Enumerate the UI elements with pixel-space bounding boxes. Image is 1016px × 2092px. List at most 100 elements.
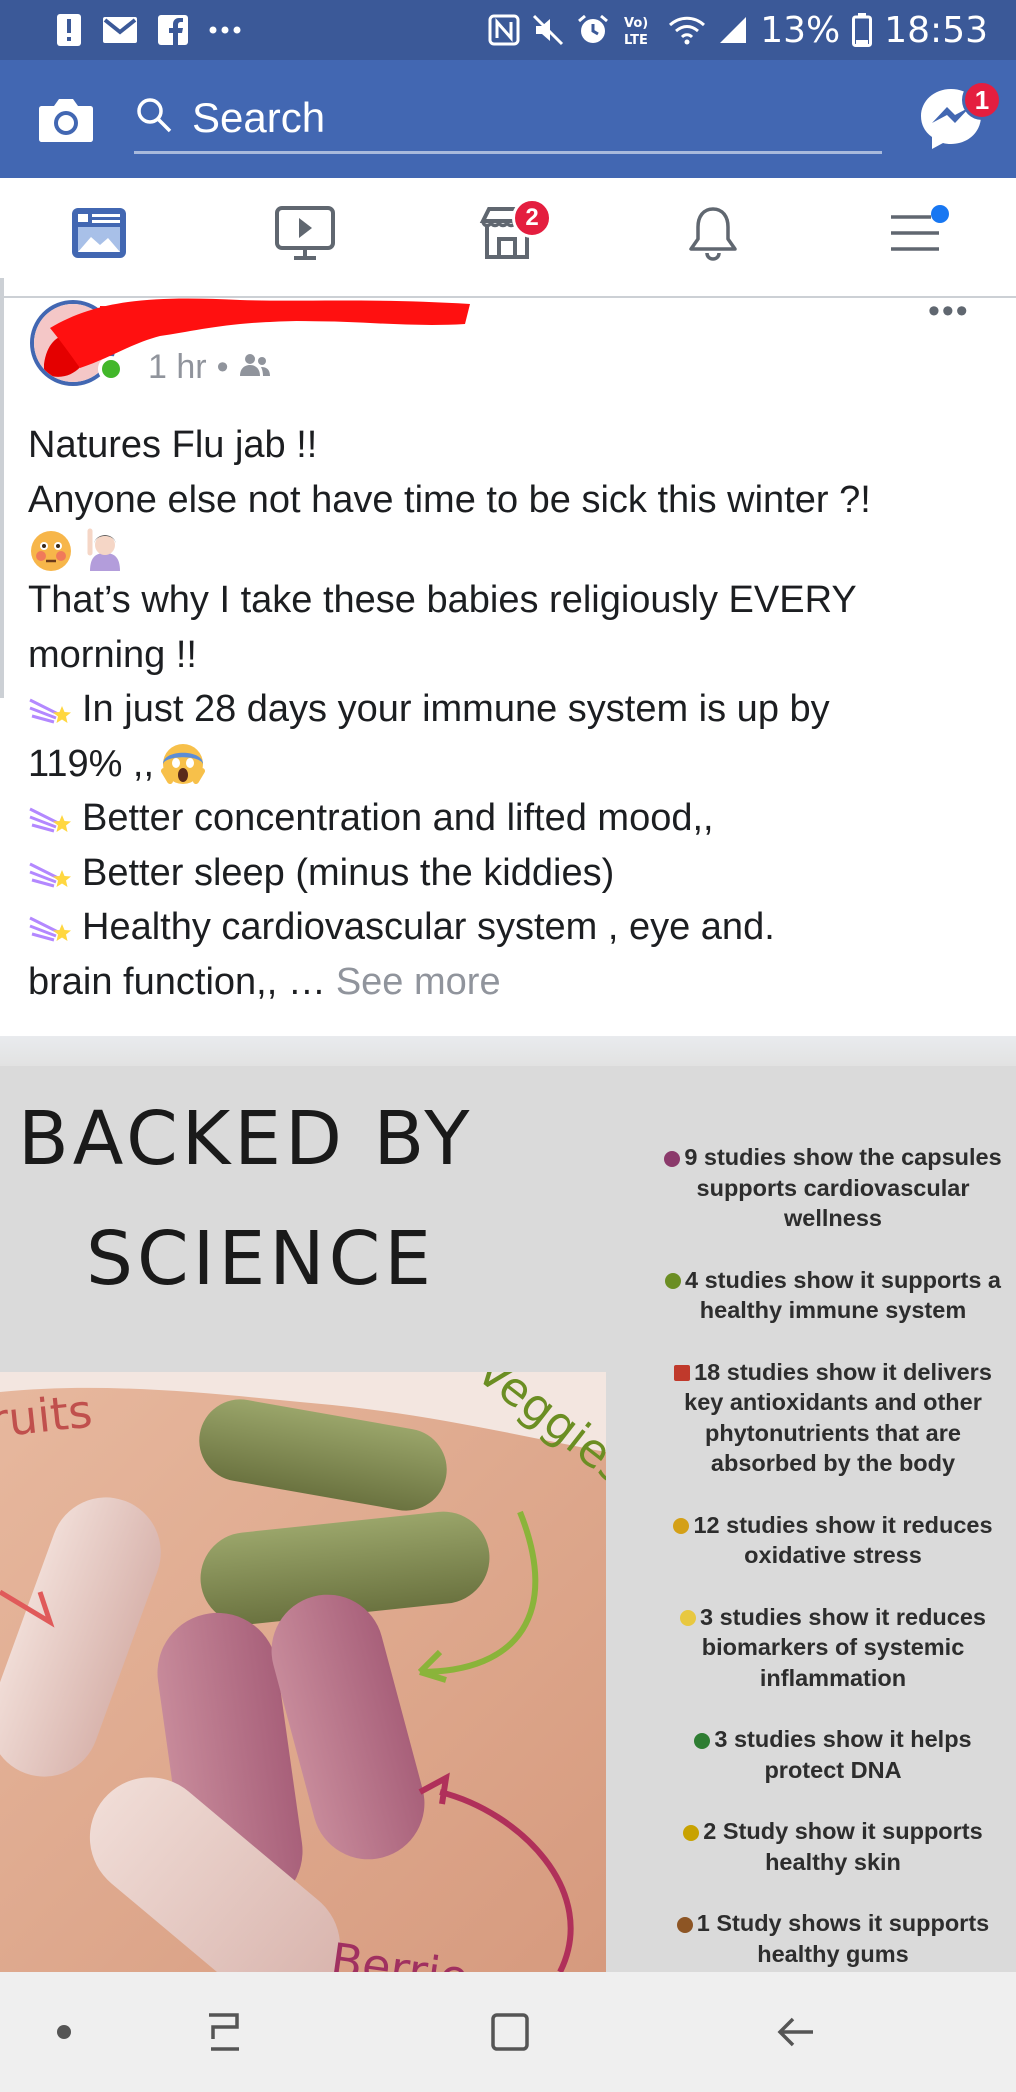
study-text: 2 Study show it supports healthy skin	[703, 1818, 983, 1875]
system-icons: Vo) LTE 13% 18:53	[488, 10, 988, 51]
pear-icon	[683, 1824, 700, 1841]
shooting-star-emoji-icon	[28, 850, 74, 896]
home-icon[interactable]	[480, 2002, 540, 2062]
emoji-line	[28, 527, 998, 573]
gmail-icon	[102, 16, 138, 44]
photo-label-fruits: ruits	[0, 1384, 95, 1448]
post-line-with-icon: Better concentration and lifted mood,,	[28, 791, 998, 846]
post-line: Better sleep (minus the kiddies)	[82, 851, 615, 894]
menu-notification-dot	[931, 205, 949, 223]
search-input[interactable]: Search	[134, 84, 882, 154]
post-line: brain function,, …	[28, 960, 326, 1003]
flushed-face-emoji-icon	[28, 527, 74, 573]
post-line: morning !!	[28, 633, 197, 676]
friends-icon	[239, 348, 271, 387]
dot-icon[interactable]	[34, 2002, 94, 2062]
recent-apps-icon[interactable]	[194, 2002, 254, 2062]
post-line-last: brain function,, … See more	[28, 955, 998, 1010]
post-line: In just 28 days your immune system is up…	[82, 688, 830, 730]
post-text: Natures Flu jab !! Anyone else not have …	[28, 418, 998, 1009]
bell-icon	[683, 203, 743, 268]
alarm-icon	[576, 13, 610, 47]
post-meta: 1 hr •	[148, 348, 271, 387]
clock: 18:53	[884, 9, 988, 51]
see-more-link[interactable]: See more	[336, 955, 501, 1010]
more-notifications-icon	[208, 25, 242, 35]
study-item: 4 studies show it supports a healthy imm…	[660, 1265, 1006, 1326]
post-line: Healthy cardiovascular system , eye and.	[82, 906, 775, 948]
wifi-icon	[668, 15, 706, 45]
study-text: 1 Study shows it supports healthy gums	[696, 1910, 990, 1967]
green-apple-icon	[665, 1273, 681, 1290]
post-line-with-icon: 119% ,,	[28, 737, 998, 792]
capsules-photo: ruits Veggies Berrie	[0, 1342, 641, 1972]
study-item: 9 studies show the capsules supports car…	[660, 1142, 1006, 1234]
svg-text:LTE: LTE	[624, 33, 648, 47]
image-heading-line2: SCIENCE	[86, 1216, 436, 1302]
post-time[interactable]: 1 hr	[148, 348, 207, 387]
study-item: 3 studies show it reduces biomarkers of …	[660, 1602, 1006, 1694]
shooting-star-emoji-icon	[28, 904, 74, 950]
person-raising-hand-emoji-icon	[82, 527, 128, 573]
battery-percent: 13%	[760, 9, 841, 51]
post-line: Better concentration and lifted mood,,	[82, 797, 714, 839]
system-nav-bar	[0, 1972, 1016, 2092]
study-text: 9 studies show the capsules supports car…	[684, 1144, 1002, 1231]
app-bar: Search 1	[0, 60, 1016, 178]
content-divider	[0, 1036, 1016, 1066]
notification-icons	[56, 13, 242, 47]
post-image[interactable]: BACKED BY SCIENCE ruits Veggies Berrie 9…	[0, 1066, 1016, 1972]
messenger-badge: 1	[962, 80, 1002, 120]
news-feed-icon	[69, 203, 129, 268]
study-text: 3 studies show it helps protect DNA	[714, 1726, 972, 1783]
back-icon[interactable]	[766, 2002, 826, 2062]
search-placeholder: Search	[192, 93, 326, 141]
post-line: 119% ,,	[28, 742, 155, 785]
tab-watch[interactable]	[270, 200, 340, 270]
svg-text:Vo): Vo)	[624, 16, 648, 31]
volte-icon: Vo) LTE	[622, 13, 656, 47]
post-line: Natures Flu jab !!	[28, 424, 318, 466]
post-line-with-icon: Healthy cardiovascular system , eye and.	[28, 900, 998, 955]
search-icon	[134, 95, 174, 140]
facebook-icon	[158, 15, 188, 45]
study-item: 12 studies show it reduces oxidative str…	[660, 1510, 1006, 1571]
shooting-star-emoji-icon	[28, 686, 74, 732]
watermelon-slice-icon	[674, 1365, 691, 1382]
battery-icon	[852, 13, 873, 47]
post-line-with-icon: In just 28 days your immune system is up…	[28, 682, 998, 737]
watch-icon	[274, 202, 336, 269]
shooting-star-emoji-icon	[28, 795, 74, 841]
post-line-with-icon: Better sleep (minus the kiddies)	[28, 846, 998, 901]
screaming-face-emoji-icon	[160, 741, 206, 787]
study-text: 3 studies show it reduces biomarkers of …	[699, 1603, 986, 1691]
study-text: 12 studies show it reduces oxidative str…	[693, 1511, 993, 1569]
study-item: 3 studies show it helps protect DNA	[660, 1724, 1006, 1785]
post-line: That’s why I take these babies religious…	[28, 579, 857, 621]
thread-line	[0, 278, 4, 698]
broccoli-icon	[694, 1732, 711, 1749]
camera-icon[interactable]	[36, 90, 96, 150]
carrot-icon	[676, 1916, 693, 1933]
study-item: 2 Study show it supports healthy skin	[660, 1816, 1006, 1877]
tab-notifications[interactable]	[678, 200, 748, 270]
status-bar: Vo) LTE 13% 18:53	[0, 0, 1016, 60]
alert-icon	[56, 13, 82, 47]
studies-list: 9 studies show the capsules supports car…	[660, 1142, 1006, 1972]
nfc-icon	[488, 14, 520, 46]
study-item: 18 studies show it delivers key antioxid…	[660, 1357, 1006, 1479]
study-text: 18 studies show it delivers key antioxid…	[684, 1358, 992, 1477]
orange-icon	[673, 1518, 690, 1535]
image-heading-line1: BACKED BY	[18, 1096, 474, 1182]
study-text: 4 studies show it supports a healthy imm…	[685, 1266, 1001, 1324]
post-options-button[interactable]: •••	[928, 292, 970, 331]
meta-separator: •	[216, 348, 229, 386]
post-line: Anyone else not have time to be sick thi…	[28, 478, 871, 521]
study-item: 1 Study shows it supports healthy gums	[660, 1908, 1006, 1969]
mute-icon	[532, 14, 564, 46]
marketplace-badge: 2	[512, 198, 552, 238]
banana-icon	[679, 1610, 696, 1627]
signal-icon	[718, 15, 748, 45]
tab-news-feed[interactable]	[64, 200, 134, 270]
purple-berry-icon	[664, 1150, 681, 1167]
